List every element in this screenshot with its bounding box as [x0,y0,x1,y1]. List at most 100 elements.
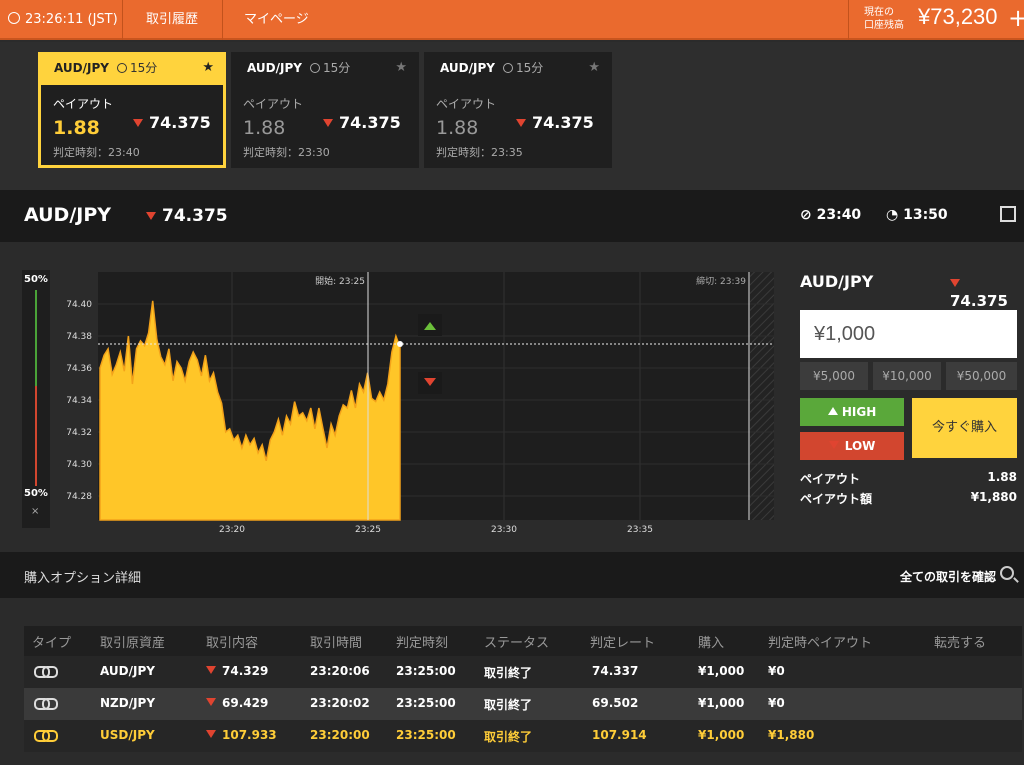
x-tick-label: 23:35 [627,525,653,535]
gauge-bottom-label: 50% [24,488,48,499]
up-arrow-icon [827,407,838,415]
link-icon [34,664,58,678]
y-tick-label: 74.32 [66,428,92,438]
chart-area: 50% 50% × 開始: 23:25 締切: 23:39 74.40 74.38… [0,242,1024,552]
instrument-card[interactable]: AUD/JPY 15分 ★ ペイアウト 1.88 74.375 判定時刻：23:3… [424,52,612,168]
expand-icon[interactable] [1000,206,1016,222]
y-tick-label: 74.30 [66,460,92,470]
y-tick-label: 74.34 [66,396,92,406]
trades-table: タイプ 取引原資産 取引内容 取引時間 判定時刻 ステータス 判定レート 購入 … [0,598,1024,765]
sentiment-gauge: 50% 50% × [22,270,50,528]
payout-value: 1.88 [436,117,479,139]
price-chart[interactable]: 開始: 23:25 締切: 23:39 74.40 74.38 74.36 74.34… [60,270,780,548]
clock-icon [309,63,320,73]
start-label: 開始: 23:25 [315,275,365,287]
clock-icon [116,63,127,73]
star-icon[interactable]: ★ [395,60,407,75]
quick-amount-5000[interactable]: ¥5,000 [800,362,868,390]
gauge-high-bar [35,290,37,386]
x-tick-label: 23:25 [355,525,381,535]
clock-icon [502,63,513,73]
expiry-time: 23:40 [816,207,862,223]
amount-input[interactable]: ¥1,000 [800,310,1017,358]
table-row[interactable]: NZD/JPY 69.429 23:20:02 23:25:00 取引終了 69… [24,688,1022,720]
star-icon[interactable]: ★ [588,60,600,75]
down-arrow-icon [323,119,333,127]
balance-label: 現在の 口座残高 [864,7,904,31]
deposit-plus-icon[interactable]: + [1008,4,1024,32]
clock: 23:26:11 (JST) [8,0,118,40]
buy-now-button[interactable]: 今すぐ購入 [912,398,1017,458]
gauge-close-icon[interactable]: × [31,506,39,517]
options-header: 購入オプション詳細 全ての取引を確認 [0,552,1024,598]
card-rate: 74.375 [532,113,594,132]
x-tick-label: 23:20 [219,525,245,535]
payout-label: ペイアウト [436,97,497,111]
down-arrow-icon [516,119,526,127]
high-button[interactable]: HIGH [800,398,904,426]
x-axis: 23:20 23:25 23:30 23:35 [219,525,653,535]
card-rate: 74.375 [339,113,401,132]
high-marker[interactable] [418,314,442,336]
instrument-card[interactable]: AUD/JPY 15分 ★ ペイアウト 1.88 74.375 判定時刻：23:4… [38,52,226,168]
down-arrow-icon [206,730,216,738]
payout-value: 1.88 [243,117,286,139]
payout-label: ペイアウト [53,97,114,111]
panel-rate: 74.375 [950,292,1008,310]
no-entry-icon: ⊘ [800,207,812,223]
account-balance: ¥73,230 [918,4,998,29]
history-link[interactable]: 取引履歴 [146,0,198,40]
remaining-time: 13:50 [903,207,948,223]
card-pair: AUD/JPY [440,61,495,75]
down-arrow-icon [950,279,960,287]
card-pair: AUD/JPY [54,61,109,75]
link-icon [34,728,58,742]
down-arrow-icon [828,441,839,449]
table-row[interactable]: USD/JPY 107.933 23:20:00 23:25:00 取引終了 1… [24,720,1022,752]
down-arrow-icon [133,119,143,127]
payout-value: 1.88 [53,117,100,139]
y-axis: 74.40 74.38 74.36 74.34 74.32 74.30 74.28 [66,300,92,502]
instrument-pair: AUD/JPY [24,204,112,226]
low-marker[interactable] [418,372,442,394]
gauge-low-bar [35,386,37,486]
table-header: タイプ 取引原資産 取引内容 取引時間 判定時刻 ステータス 判定レート 購入 … [24,626,1022,656]
link-icon [34,696,58,710]
panel-pair: AUD/JPY [800,272,874,291]
card-pair: AUD/JPY [247,61,302,75]
payout-row: ペイアウト 1.88 [800,470,1017,486]
payout-amount-row: ペイアウト額 ¥1,880 [800,490,1017,506]
y-tick-label: 74.40 [66,300,92,310]
payout-label: ペイアウト [243,97,304,111]
instrument-card[interactable]: AUD/JPY 15分 ★ ペイアウト 1.88 74.375 判定時刻：23:3… [231,52,419,168]
low-button[interactable]: LOW [800,432,904,460]
card-rate: 74.375 [149,113,211,132]
quick-amount-50000[interactable]: ¥50,000 [946,362,1017,390]
down-arrow-icon [206,698,216,706]
view-all-trades-link[interactable]: 全ての取引を確認 [900,568,996,585]
judge-time: 判定時刻：23:30 [243,146,330,159]
countdown-icon: ◔ [886,207,899,223]
y-tick-label: 74.28 [66,492,92,502]
current-rate-dot [397,341,403,347]
y-tick-label: 74.38 [66,332,92,342]
quick-amount-10000[interactable]: ¥10,000 [873,362,941,390]
judge-time: 判定時刻：23:35 [436,146,523,159]
y-tick-label: 74.36 [66,364,92,374]
down-arrow-icon [146,212,156,220]
down-arrow-icon [206,666,216,674]
instrument-header: AUD/JPY 74.375 ⊘ 23:40 ◔ 13:50 [0,190,1024,242]
gauge-top-label: 50% [24,274,48,285]
closed-zone [750,272,774,520]
x-tick-label: 23:30 [491,525,517,535]
instrument-rate: 74.375 [162,206,228,226]
clock-icon [8,12,20,24]
star-icon[interactable]: ★ [202,60,214,75]
options-title: 購入オプション詳細 [24,571,142,586]
search-icon[interactable] [1000,566,1014,580]
judge-time: 判定時刻：23:40 [53,146,140,159]
table-row[interactable]: AUD/JPY 74.329 23:20:06 23:25:00 取引終了 74… [24,656,1022,688]
server-time: 23:26:11 (JST) [25,12,118,27]
mypage-link[interactable]: マイページ [244,0,309,40]
instrument-cards: AUD/JPY 15分 ★ ペイアウト 1.88 74.375 判定時刻：23:4… [0,42,1024,190]
